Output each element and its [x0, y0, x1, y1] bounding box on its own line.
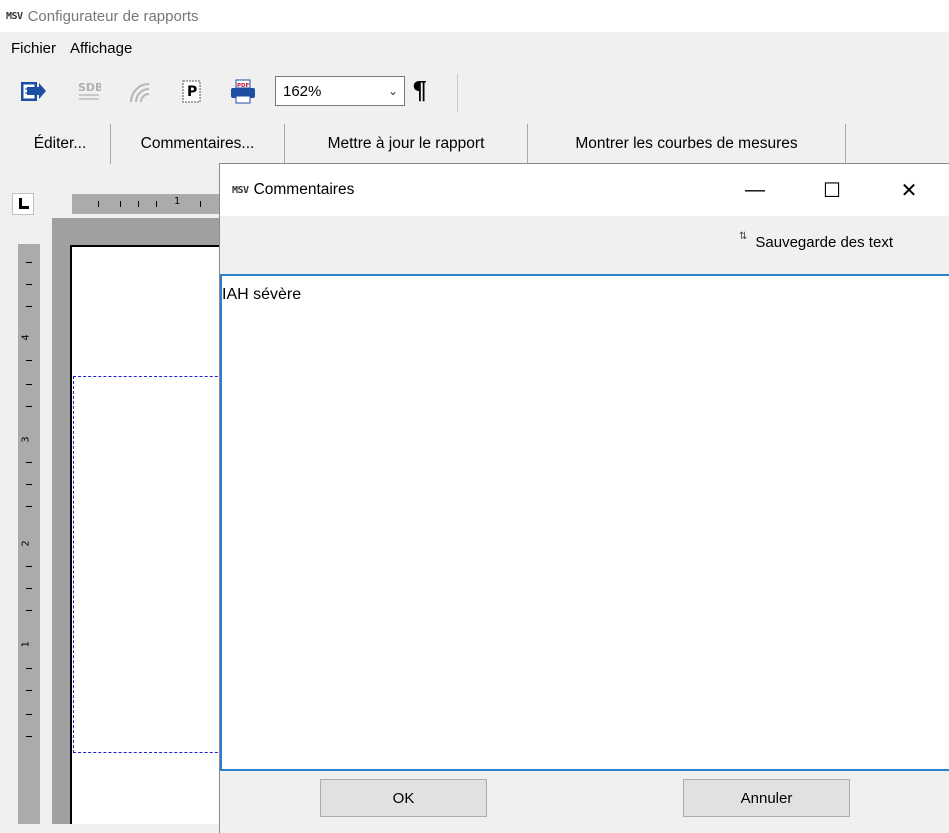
- menu-bar: Fichier Affichage: [0, 32, 949, 64]
- show-formatting-button[interactable]: ¶: [412, 76, 427, 106]
- export-icon: [21, 82, 46, 101]
- ruler-label: 3: [20, 436, 32, 443]
- save-texts-button[interactable]: ⇅ Sauvegarde des text: [739, 231, 893, 251]
- maximize-button[interactable]: ☐: [809, 164, 855, 216]
- main-title-bar: MSV Configurateur de rapports: [0, 0, 949, 32]
- print-pdf-button[interactable]: PDF: [228, 78, 258, 106]
- zoom-value: 162%: [283, 82, 322, 100]
- minimize-button[interactable]: —: [732, 164, 778, 216]
- comment-textarea[interactable]: IAH sévère: [220, 274, 949, 771]
- wireless-icon: [130, 83, 150, 103]
- update-report-button[interactable]: Mettre à jour le rapport: [285, 124, 528, 164]
- icon-toolbar: SDB P PDF 162% ⌄ ¶: [0, 66, 949, 118]
- page-layout-button[interactable]: P: [177, 78, 207, 106]
- ruler-label: 1: [20, 641, 32, 648]
- comments-dialog: MSV Commentaires — ☐ ✕ ⇅ Sauvegarde des …: [219, 163, 949, 833]
- zoom-select[interactable]: 162% ⌄: [275, 76, 405, 106]
- minimize-icon: —: [745, 178, 765, 201]
- menu-fichier[interactable]: Fichier: [4, 40, 63, 57]
- print-pdf-icon: PDF: [231, 79, 255, 104]
- save-texts-label: Sauvegarde des text: [755, 234, 893, 251]
- chevron-down-icon: ⌄: [387, 84, 399, 98]
- comments-button[interactable]: Commentaires...: [111, 124, 285, 164]
- toolbar-separator: [457, 74, 458, 112]
- wireless-button[interactable]: [124, 78, 154, 106]
- sdb-icon: SDB: [78, 81, 101, 100]
- save-icon: ⇅: [739, 231, 748, 242]
- page-p-icon: P: [182, 80, 201, 103]
- app-logo-icon: MSV: [6, 10, 23, 22]
- dialog-title: Commentaires: [253, 181, 355, 198]
- show-curves-button[interactable]: Montrer les courbes de mesures: [528, 124, 846, 164]
- close-button[interactable]: ✕: [886, 164, 932, 216]
- close-icon: ✕: [900, 179, 918, 202]
- ruler-label: 2: [20, 540, 32, 547]
- svg-text:SDB: SDB: [78, 81, 101, 94]
- horizontal-ruler[interactable]: 1: [72, 194, 232, 214]
- dialog-logo-icon: MSV: [232, 184, 249, 196]
- edit-button[interactable]: Éditer...: [10, 124, 111, 164]
- page-margin-guide: [73, 376, 233, 753]
- cancel-button[interactable]: Annuler: [683, 779, 850, 817]
- tab-stop-icon[interactable]: [12, 193, 34, 215]
- svg-text:P: P: [187, 84, 197, 100]
- maximize-icon: ☐: [823, 179, 841, 202]
- menu-affichage[interactable]: Affichage: [63, 40, 139, 57]
- ok-button[interactable]: OK: [320, 779, 487, 817]
- sdb-button[interactable]: SDB: [74, 78, 104, 106]
- text-toolbar: Éditer... Commentaires... Mettre à jour …: [0, 122, 949, 168]
- dialog-toolbar: ⇅ Sauvegarde des text: [220, 216, 949, 272]
- vertical-ruler[interactable]: 4 3 2 1: [18, 244, 40, 824]
- ruler-label: 1: [174, 196, 181, 207]
- export-report-button[interactable]: [18, 78, 48, 106]
- ruler-label: 4: [20, 334, 32, 341]
- window-title: Configurateur de rapports: [27, 7, 199, 25]
